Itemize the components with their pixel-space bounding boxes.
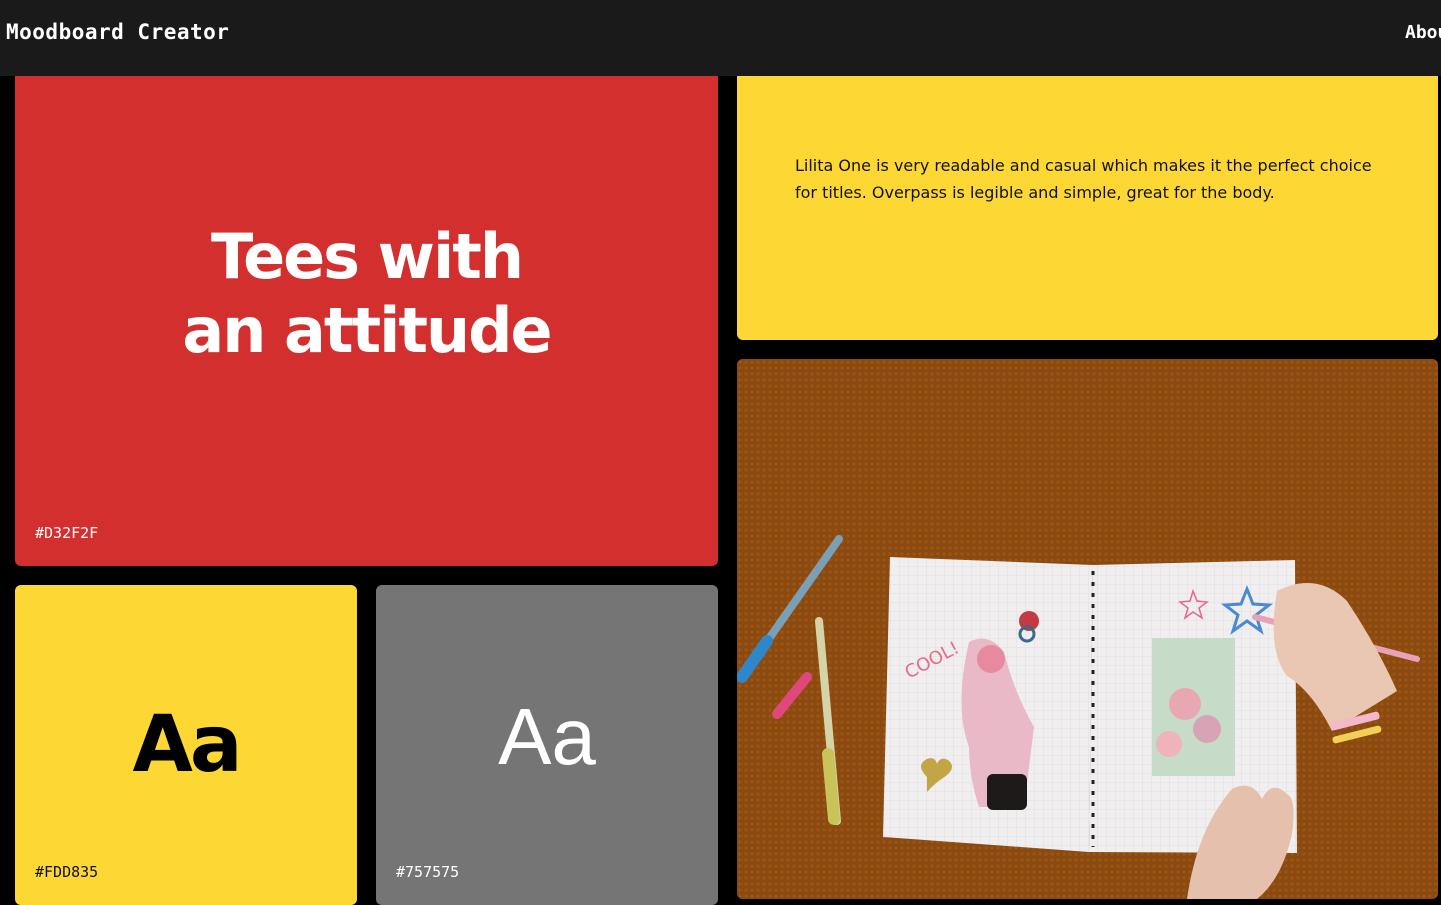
nav-link-about[interactable]: About <box>1405 22 1441 43</box>
hero-color-tile: Tees with an attitude #D32F2F <box>15 60 718 566</box>
hero-headline: Tees with an attitude <box>15 220 718 368</box>
yellow-color-code: #FDD835 <box>35 863 99 881</box>
hero-headline-line-2: an attitude <box>182 294 552 367</box>
app-title[interactable]: Moodboard Creator <box>6 20 229 44</box>
title-font-sample: Aa <box>132 700 242 790</box>
top-navbar: Moodboard Creator About <box>0 0 1441 76</box>
hero-headline-line-1: Tees with <box>211 220 524 293</box>
title-font-sample-tile: Aa #FDD835 <box>15 585 357 905</box>
scrapbook-photo-image: COOL! <box>737 359 1438 899</box>
body-font-sample-tile: Aa #757575 <box>376 585 718 905</box>
typography-note-tile: Lilita One is very readable and casual w… <box>737 60 1438 340</box>
typography-description: Lilita One is very readable and casual w… <box>795 156 1372 202</box>
grey-color-code: #757575 <box>396 863 460 881</box>
scrapbook-photo: COOL! <box>737 359 1438 899</box>
body-font-sample: Aa <box>498 692 596 781</box>
hero-color-code: #D32F2F <box>35 524 99 542</box>
